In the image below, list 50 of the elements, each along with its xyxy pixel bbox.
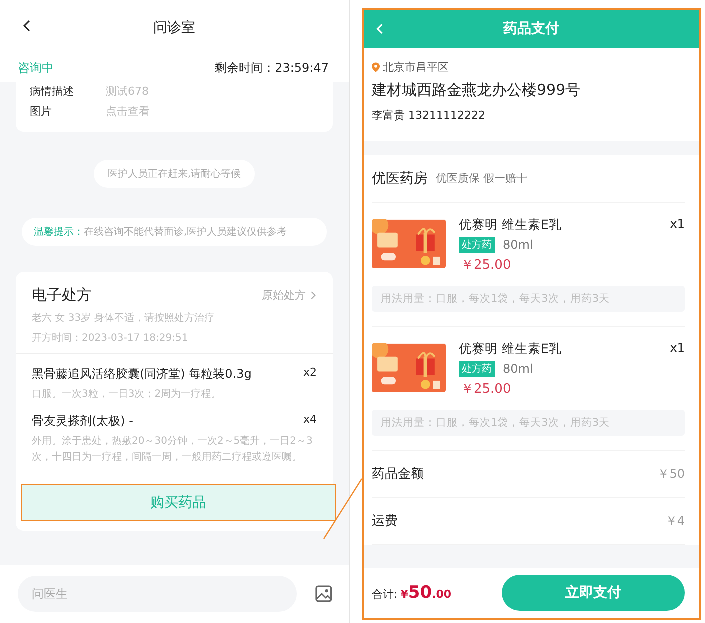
back-icon[interactable] — [22, 19, 32, 33]
usage-note: 用法用量：口服，每次1袋，每天3次，用药3天 — [372, 410, 685, 436]
drug-name: 黑骨藤追风活络胶囊(同济堂) 每粒装0.3g — [32, 366, 252, 383]
prescription-title: 电子处方 — [32, 286, 92, 305]
image-icon[interactable] — [315, 585, 333, 603]
summary-value: ￥4 — [665, 512, 685, 530]
status-label: 咨询中 — [18, 60, 54, 77]
product-quantity: x1 — [670, 217, 685, 231]
location-pin-icon — [372, 62, 380, 73]
notice-message: 医护人员正在赶来,请耐心等候 — [94, 160, 256, 188]
total-amount: ¥50.00 — [400, 583, 452, 602]
drug-quantity: x2 — [303, 366, 317, 381]
buy-medicine-button[interactable]: 购买药品 — [21, 484, 336, 521]
drug-name: 骨友灵搽剂(太极) - — [32, 413, 134, 430]
contact-info: 李富贵 13211112222 — [372, 108, 486, 123]
summary-label: 运费 — [372, 513, 398, 530]
product-spec: 80ml — [503, 238, 534, 252]
remaining-time: 剩余时间：23:59:47 — [215, 60, 329, 77]
prescription-tag: 处方药 — [459, 237, 495, 253]
drug-usage: 口服。一次3粒，一日3次；2周为一疗程。 — [32, 388, 222, 402]
prescription-time: 开方时间：2023-03-17 18:29:51 — [32, 332, 190, 345]
prescription-tag: 处方药 — [459, 361, 495, 377]
drug-quantity: x4 — [303, 413, 317, 428]
info-label: 病情描述 — [30, 84, 75, 100]
chevron-icon — [310, 291, 317, 300]
info-label: 图片 — [30, 104, 53, 120]
product-name: 优赛明 维生素E乳 — [459, 341, 563, 358]
pharmacy-name: 优医药房 — [372, 170, 428, 188]
usage-note: 用法用量：口服，每次1袋，每天3次，用药3天 — [372, 286, 685, 312]
page-title: 药品支付 — [504, 20, 560, 38]
info-value: 点击查看 — [106, 104, 150, 120]
tip-message: 温馨提示：在线咨询不能代替面诊,医护人员建议仅供参考 — [22, 218, 327, 246]
patient-info: 老六 女 33岁 身体不适，请按照处方治疗 — [32, 312, 216, 325]
pay-now-button[interactable]: 立即支付 — [502, 575, 685, 611]
product-name: 优赛明 维生素E乳 — [459, 217, 563, 234]
pharmacy-slogan: 优医质保 假一赔十 — [436, 171, 528, 186]
info-value: 测试678 — [106, 84, 149, 100]
original-prescription-link[interactable]: 原始处方 — [262, 288, 317, 303]
product-spec: 80ml — [503, 362, 534, 376]
product-quantity: x1 — [670, 341, 685, 355]
address-district: 北京市昌平区 — [383, 60, 449, 75]
product-price: ￥25.00 — [460, 381, 512, 398]
message-input[interactable]: 问医生 — [18, 576, 298, 612]
summary-value: ￥50 — [658, 466, 685, 482]
address-street: 建材城西路金燕龙办公楼999号 — [372, 81, 582, 100]
summary-label: 药品金额 — [372, 466, 424, 483]
total-label: 合计: — [372, 588, 398, 601]
product-price: ￥25.00 — [460, 257, 512, 274]
drug-usage: 外用。涂于患处，热敷20～30分钟，一次2～5毫升，一日2～3次，十四日为一疗程，间隔一周，一般用药二疗程或遵医嘱。 — [32, 434, 314, 465]
page-title: 问诊室 — [154, 18, 196, 36]
